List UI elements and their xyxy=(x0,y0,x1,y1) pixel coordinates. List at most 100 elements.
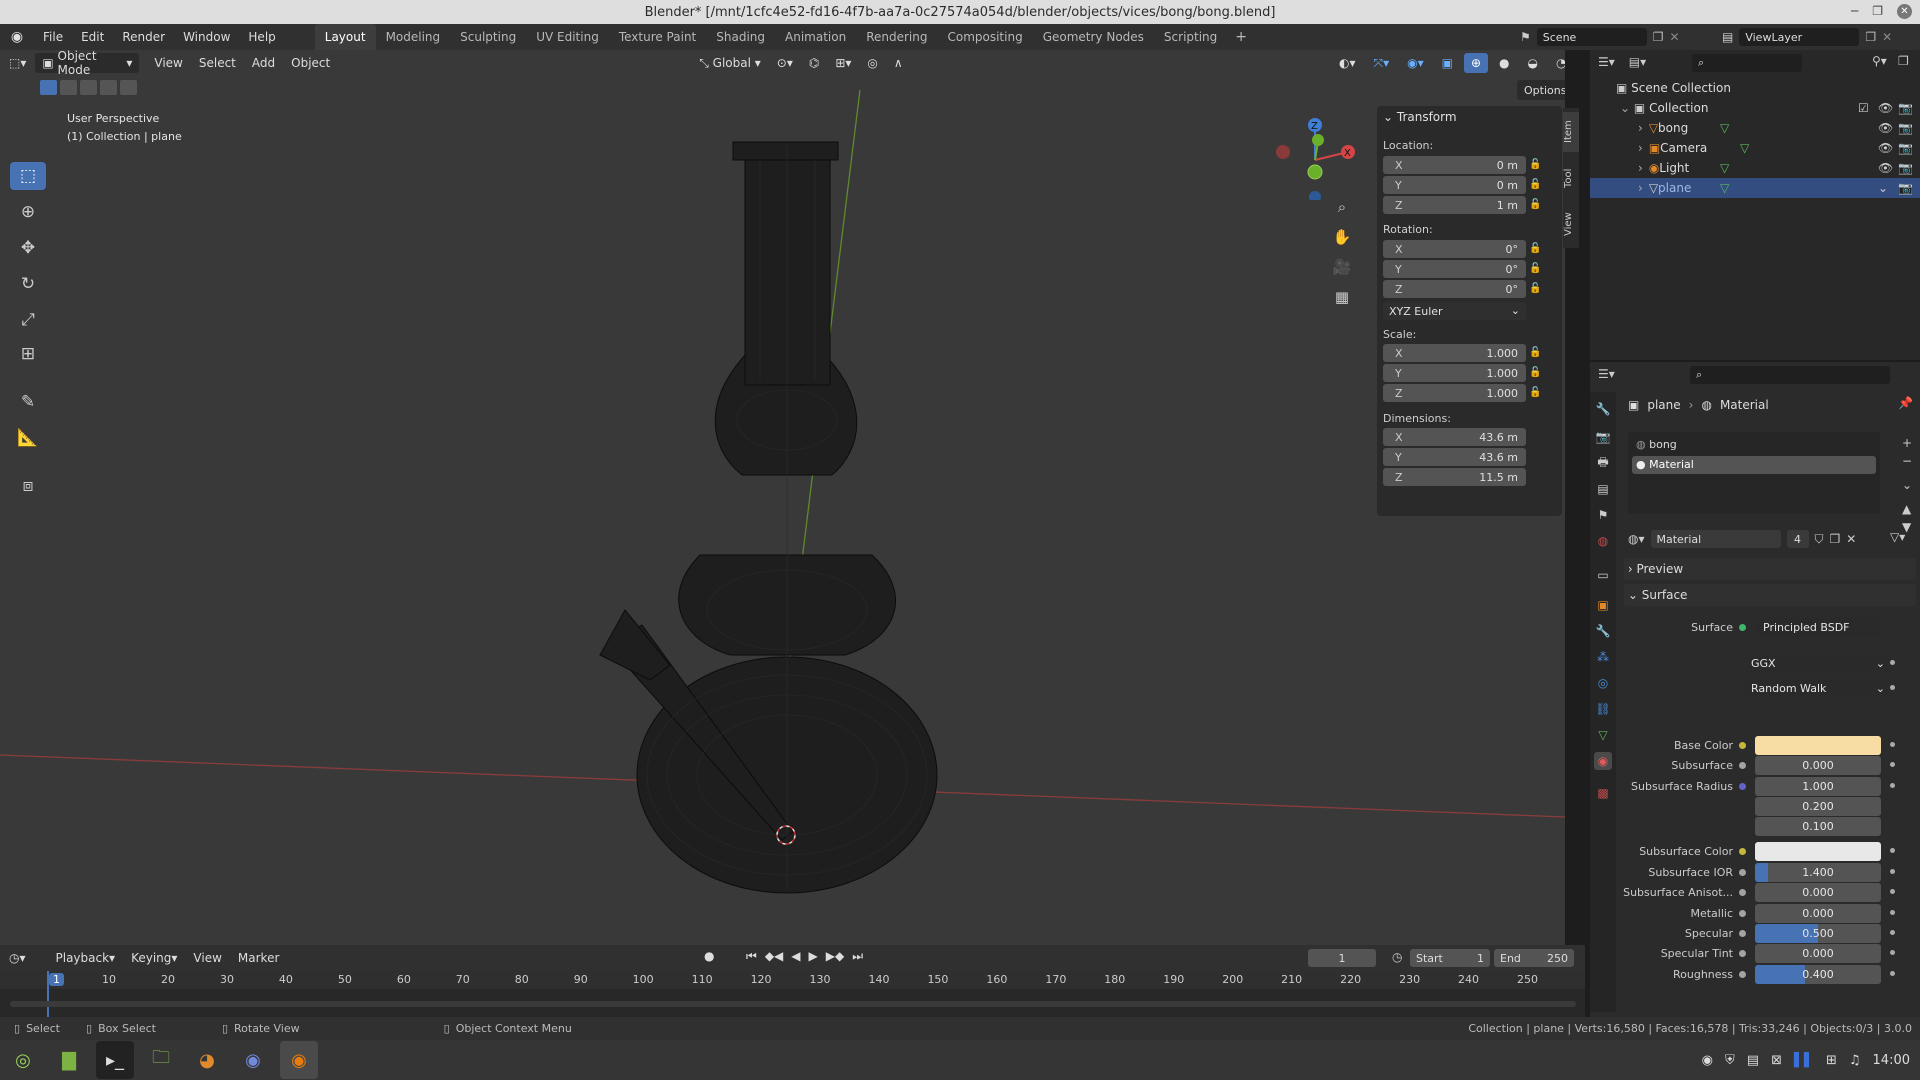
proportional-edit-icon[interactable]: ◎ xyxy=(860,53,884,73)
tab-item[interactable]: Item xyxy=(1563,112,1579,152)
outliner-editor-icon[interactable]: ☰▾ xyxy=(1598,55,1615,69)
timeline-menu-keying[interactable]: Keying ▾ xyxy=(124,948,184,968)
location-x-field[interactable]: X 0 m xyxy=(1383,156,1526,174)
render-camera-icon[interactable]: 📷 xyxy=(1898,181,1913,195)
lock-icon[interactable]: 🔓 xyxy=(1529,367,1541,378)
move-icon[interactable]: ✥ xyxy=(10,234,46,262)
scale-y-field[interactable]: Y 1.000 xyxy=(1383,364,1526,382)
material-slot[interactable]: ◍ bong xyxy=(1632,436,1876,454)
clipboard-icon[interactable]: ▤ xyxy=(1747,1053,1759,1068)
viewlayer-selector[interactable]: ViewLayer xyxy=(1739,28,1860,46)
lock-icon[interactable]: 🔓 xyxy=(1529,243,1541,254)
lock-icon[interactable]: 🔓 xyxy=(1529,159,1541,170)
dimensions-z-field[interactable]: Z 11.5 m xyxy=(1383,468,1526,486)
keyframe-dot[interactable] xyxy=(1890,869,1895,874)
fake-user-icon[interactable]: ⛉ xyxy=(1815,532,1824,547)
properties-search-input[interactable]: ⌕ xyxy=(1690,366,1890,384)
timeline-editor-icon[interactable]: ◷▾ xyxy=(2,948,33,968)
visibility-eye-icon[interactable]: 👁 xyxy=(1878,121,1893,135)
material-users-count[interactable]: 4 xyxy=(1786,530,1809,548)
visibility-icon[interactable]: ◐▾ xyxy=(1332,53,1363,73)
remove-slot-icon[interactable]: − xyxy=(1902,454,1912,468)
viewlayer-tab-icon[interactable]: ▤ xyxy=(1594,480,1612,498)
socket-dot-icon[interactable] xyxy=(1739,930,1746,937)
expand-icon[interactable]: › xyxy=(1638,181,1643,195)
rotation-z-field[interactable]: Z 0° xyxy=(1383,280,1526,298)
outliner-collection[interactable]: ⌄ ▣ Collection ☑ 👁 📷 xyxy=(1590,98,1920,118)
keyboard-flag-icon[interactable]: ▌▌ xyxy=(1794,1053,1814,1068)
object-tab-icon[interactable]: ▣ xyxy=(1594,596,1612,614)
visibility-eye-icon[interactable]: 👁 xyxy=(1878,141,1893,155)
timeline-ruler-area[interactable]: 1 10 20 30 40 50 60 70 80 90 100 110 120 130 140 150 160… xyxy=(0,971,1585,1017)
tab-compositing[interactable]: Compositing xyxy=(937,24,1032,50)
play-reverse-icon[interactable]: ◀ xyxy=(791,949,800,964)
frame-ruler[interactable]: 1 10 20 30 40 50 60 70 80 90 100 110 120 130 140 150 160… xyxy=(0,971,1585,989)
file-manager-icon[interactable]: ▇ xyxy=(50,1041,88,1079)
tab-tool[interactable]: Tool xyxy=(1563,158,1579,198)
camera-view-icon[interactable]: 🎥 xyxy=(1330,255,1354,279)
keyframe-dot[interactable] xyxy=(1890,762,1895,767)
expand-icon[interactable]: › xyxy=(1638,141,1643,155)
keyframe-dot[interactable] xyxy=(1890,660,1895,665)
socket-dot-icon[interactable] xyxy=(1739,848,1746,855)
lock-icon[interactable]: 🔓 xyxy=(1529,347,1541,358)
prop-value-field[interactable]: 1.400 xyxy=(1755,863,1881,882)
annotate-icon[interactable]: ✎ xyxy=(10,388,46,416)
editor-type-icon[interactable]: ⬚▾ xyxy=(2,53,33,73)
tab-modeling[interactable]: Modeling xyxy=(376,24,451,50)
output-tab-icon[interactable]: 🖶 xyxy=(1594,454,1612,472)
prop-value-field[interactable]: 0.100 xyxy=(1755,817,1881,836)
distribution-selector[interactable]: GGX ⌄ xyxy=(1745,654,1891,673)
prop-value-field[interactable]: 0.200 xyxy=(1755,797,1881,816)
lock-icon[interactable]: 🔓 xyxy=(1529,263,1541,274)
current-frame-field[interactable]: 1 xyxy=(1308,949,1376,967)
material-tab-icon[interactable]: ◉ xyxy=(1594,752,1612,770)
object-data-icon[interactable]: ▽ xyxy=(1720,161,1729,175)
location-y-field[interactable]: Y 0 m xyxy=(1383,176,1526,194)
outliner-item-light[interactable]: › ◉ Light ▽ 👁 📷 xyxy=(1590,158,1920,178)
new-viewlayer-icon[interactable]: ❐ xyxy=(1865,30,1876,44)
prop-value-field[interactable]: 0.000 xyxy=(1755,756,1881,775)
shield-icon[interactable]: ⛨ xyxy=(1725,1053,1735,1068)
preview-panel-header[interactable]: › Preview xyxy=(1624,558,1916,580)
tab-rendering[interactable]: Rendering xyxy=(856,24,937,50)
lock-icon[interactable]: 🔓 xyxy=(1529,199,1541,210)
collection-tab-icon[interactable]: ▭ xyxy=(1594,566,1612,584)
prev-keyframe-icon[interactable]: ◆◀ xyxy=(765,949,783,964)
surface-panel-header[interactable]: ⌄ Surface xyxy=(1624,584,1916,606)
transform-icon[interactable]: ⊞ xyxy=(10,340,46,368)
scene-selector[interactable]: Scene xyxy=(1536,28,1647,46)
browse-material-icon[interactable]: ◍▾ xyxy=(1628,532,1645,546)
outliner-scene-collection[interactable]: ▣ Scene Collection xyxy=(1590,78,1920,98)
shading-material-icon[interactable]: ◒ xyxy=(1521,53,1545,73)
select-subtract-icon[interactable] xyxy=(80,80,97,95)
link-type-icon[interactable]: ▽▾ xyxy=(1890,530,1905,544)
physics-tab-icon[interactable]: ◎ xyxy=(1594,674,1612,692)
orientation-selector[interactable]: ⤡ Global ▾ xyxy=(692,53,768,73)
prop-value-field[interactable]: 0.000 xyxy=(1755,883,1881,902)
jump-start-icon[interactable]: ⏮ xyxy=(746,949,757,964)
render-camera-icon[interactable]: 📷 xyxy=(1898,161,1913,175)
prop-value-field[interactable]: 0.000 xyxy=(1755,904,1881,923)
scale-x-field[interactable]: X 1.000 xyxy=(1383,344,1526,362)
viewlayer-icon[interactable]: ▤ xyxy=(1722,30,1733,44)
visibility-eye-icon[interactable]: 👁 xyxy=(1878,101,1893,115)
discord-tray-icon[interactable]: ◉ xyxy=(1702,1053,1713,1068)
render-camera-icon[interactable]: 📷 xyxy=(1898,121,1913,135)
mint-menu-icon[interactable]: ◎ xyxy=(4,1041,42,1079)
select-intersect-icon[interactable] xyxy=(120,80,137,95)
texture-tab-icon[interactable]: ▩ xyxy=(1594,784,1612,802)
maximize-icon[interactable]: ❐ xyxy=(1872,4,1883,19)
zoom-icon[interactable]: ⌕ xyxy=(1330,195,1354,219)
falloff-icon[interactable]: ∧ xyxy=(887,53,910,73)
select-box-icon[interactable]: ⬚ xyxy=(10,162,46,190)
timeline-menu-playback[interactable]: Playback ▾ xyxy=(49,948,123,968)
select-invert-icon[interactable] xyxy=(100,80,117,95)
exclude-checkbox-icon[interactable]: ☑ xyxy=(1858,101,1869,115)
select-new-icon[interactable] xyxy=(40,80,57,95)
tool-tab-icon[interactable]: 🔧 xyxy=(1594,400,1612,418)
unlink-material-icon[interactable]: ✕ xyxy=(1846,532,1856,546)
gizmo-icon[interactable]: ⤧▾ xyxy=(1367,53,1397,73)
data-tab-icon[interactable]: ▽ xyxy=(1594,726,1612,744)
material-name-field[interactable]: Material xyxy=(1650,530,1781,548)
